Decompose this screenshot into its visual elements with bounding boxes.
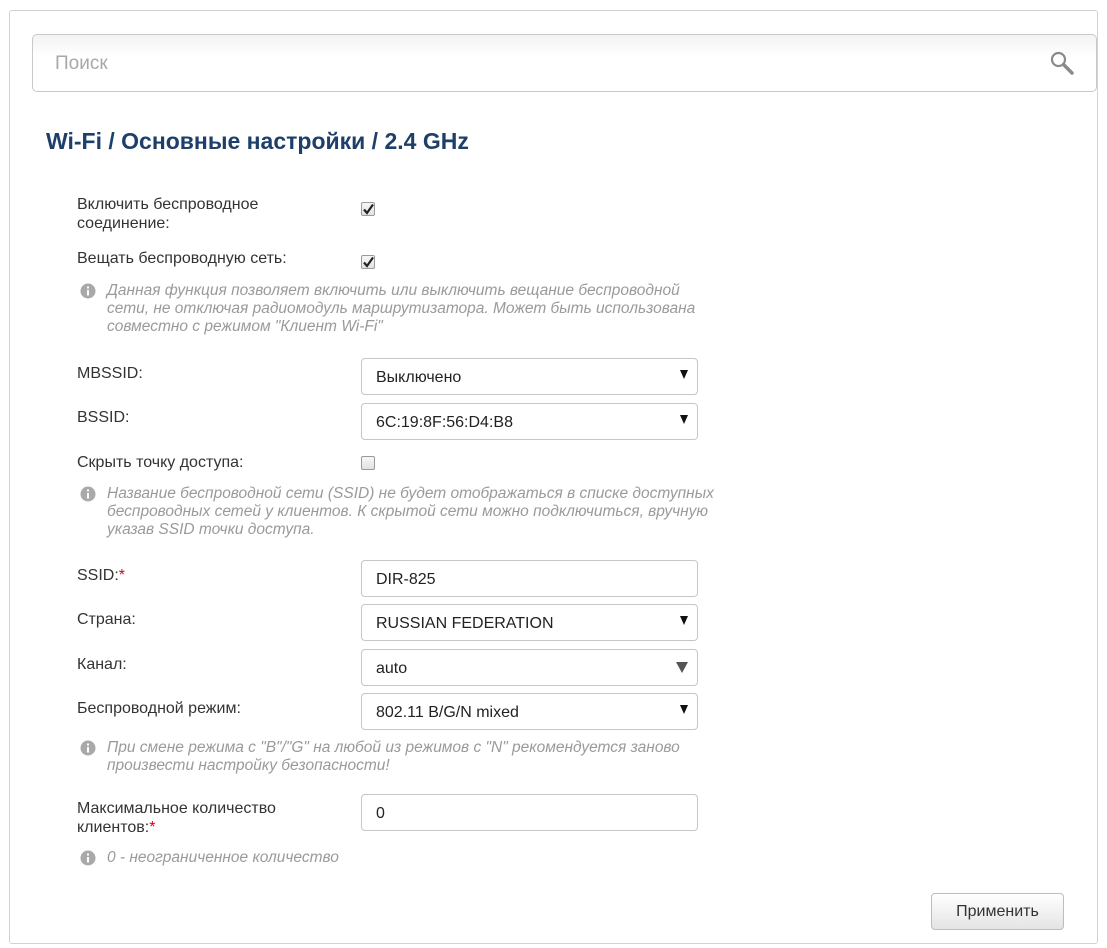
enable-wireless-label-line1: Включить беспроводное xyxy=(77,196,259,213)
mbssid-value: Выключено xyxy=(376,369,462,386)
hide-ap-checkbox[interactable] xyxy=(361,456,375,470)
breadcrumb-basic-settings: Основные настройки / xyxy=(121,128,379,154)
broadcast-hint-line2: сети, не отключая радиомодуль маршрутиза… xyxy=(107,300,696,317)
broadcast-hint-line3: совместно с режимом "Клиент Wi-Fi" xyxy=(107,318,383,335)
ssid-input[interactable]: DIR-825 xyxy=(361,560,698,597)
max-clients-hint: 0 - неограниченное количество xyxy=(80,849,339,867)
breadcrumb-wifi: Wi-Fi / xyxy=(46,128,115,154)
info-icon xyxy=(80,283,96,299)
hide-hint-line2: беспроводных сетей у клиентов. К скрытой… xyxy=(107,503,709,520)
country-select[interactable]: RUSSIAN FEDERATION xyxy=(361,604,698,641)
info-icon xyxy=(80,740,96,756)
mode-hint-line2: произвести настройку безопасности! xyxy=(107,757,390,774)
ssid-value: DIR-825 xyxy=(376,571,436,588)
max-clients-hint-text: 0 - неограниченное количество xyxy=(107,849,339,866)
chevron-down-icon xyxy=(680,705,688,714)
apply-button[interactable]: Применить xyxy=(931,893,1064,930)
wireless-mode-label: Беспроводной режим: xyxy=(77,700,241,717)
hide-ap-label: Скрыть точку доступа: xyxy=(77,454,244,471)
hide-ap-hint: Название беспроводной сети (SSID) не буд… xyxy=(80,485,714,539)
max-clients-label: Максимальное количество клиентов:* xyxy=(77,799,276,837)
checkmark-icon xyxy=(363,256,374,268)
channel-select[interactable]: auto xyxy=(361,649,698,686)
enable-wireless-label: Включить беспроводное соединение: xyxy=(77,195,258,233)
ssid-label: SSID:* xyxy=(77,566,125,585)
chevron-down-icon xyxy=(680,415,688,424)
search-icon[interactable] xyxy=(1048,49,1076,77)
required-mark: * xyxy=(118,567,126,584)
hide-hint-line1: Название беспроводной сети (SSID) не буд… xyxy=(107,485,714,502)
required-mark: * xyxy=(149,819,156,836)
breadcrumb-band: 2.4 GHz xyxy=(384,128,469,154)
hide-hint-line3: указав SSID точки доступа. xyxy=(107,521,315,538)
ssid-label-text: SSID: xyxy=(77,567,119,584)
broadcast-hint-line1: Данная функция позволяет включить или вы… xyxy=(107,282,680,299)
chevron-down-icon xyxy=(680,616,688,625)
enable-wireless-label-line2: соединение: xyxy=(77,215,170,232)
broadcast-hint: Данная функция позволяет включить или вы… xyxy=(80,282,695,336)
max-clients-value: 0 xyxy=(376,805,385,822)
broadcast-checkbox[interactable] xyxy=(361,255,375,269)
bssid-select[interactable]: 6C:19:8F:56:D4:B8 xyxy=(361,403,698,440)
bssid-label: BSSID: xyxy=(77,409,130,426)
channel-value: auto xyxy=(376,660,408,677)
search-bar[interactable] xyxy=(32,34,1097,92)
mbssid-label: MBSSID: xyxy=(77,365,143,382)
broadcast-label: Вещать беспроводную сеть: xyxy=(77,250,287,267)
info-icon xyxy=(80,850,96,866)
mode-hint-line1: При смене режима с "B"/"G" на любой из р… xyxy=(107,739,680,756)
enable-wireless-checkbox[interactable] xyxy=(361,202,375,216)
chevron-down-icon xyxy=(676,662,688,673)
country-value: RUSSIAN FEDERATION xyxy=(376,615,554,632)
checkmark-icon xyxy=(363,203,374,215)
search-input[interactable] xyxy=(53,49,1017,79)
mbssid-select[interactable]: Выключено xyxy=(361,358,698,395)
max-clients-input[interactable]: 0 xyxy=(361,794,698,831)
max-clients-label-line2: клиентов: xyxy=(77,819,150,836)
bssid-value: 6C:19:8F:56:D4:B8 xyxy=(376,414,513,431)
country-label: Страна: xyxy=(77,611,136,628)
page-title: Wi-Fi / Основные настройки / 2.4 GHz xyxy=(46,128,469,155)
info-icon xyxy=(80,486,96,502)
chevron-down-icon xyxy=(680,370,688,379)
wireless-mode-select[interactable]: 802.11 B/G/N mixed xyxy=(361,693,698,730)
mode-hint: При смене режима с "B"/"G" на любой из р… xyxy=(80,739,680,775)
wireless-mode-value: 802.11 B/G/N mixed xyxy=(376,704,519,721)
channel-label: Канал: xyxy=(77,656,127,673)
max-clients-label-line1: Максимальное количество xyxy=(77,800,276,817)
